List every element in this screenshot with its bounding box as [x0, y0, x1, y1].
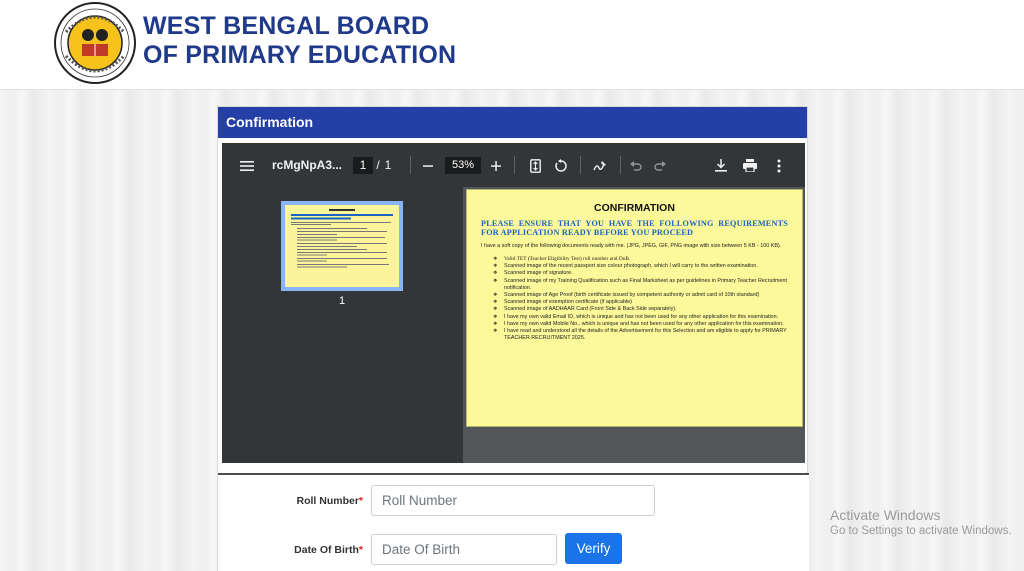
print-icon[interactable] [740, 143, 760, 187]
roll-number-input[interactable] [371, 485, 655, 516]
page-number-input[interactable]: 1 [353, 157, 373, 174]
board-seal-logo [54, 2, 136, 84]
list-item: Scanned image of exemption certificate (… [493, 299, 788, 306]
list-item: Scanned image of AADHAAR Card (Front Sid… [493, 306, 788, 313]
required-marker: * [358, 544, 363, 556]
board-title-line2: OF PRIMARY EDUCATION [143, 41, 457, 69]
pdf-viewer: rcMgNpA3... 1 / 1 53% 1 CONFIRMATION PLE… [222, 143, 805, 463]
verify-button[interactable]: Verify [565, 533, 622, 564]
roll-number-label-text: Roll Number [296, 495, 359, 507]
toolbar-divider [514, 156, 515, 174]
document-pane: CONFIRMATION PLEASE ENSURE THAT YOU HAVE… [463, 187, 805, 463]
dob-label-text: Date Of Birth [294, 544, 359, 556]
site-header: WEST BENGAL BOARD OF PRIMARY EDUCATION [0, 0, 1024, 90]
pdf-toolbar: rcMgNpA3... 1 / 1 53% [222, 143, 805, 187]
dob-input[interactable] [371, 534, 557, 565]
board-title-line1: WEST BENGAL BOARD [143, 12, 430, 40]
toolbar-divider [410, 156, 411, 174]
toolbar-divider [620, 156, 621, 174]
thumbnail-page-number: 1 [338, 295, 346, 307]
board-title: WEST BENGAL BOARD OF PRIMARY EDUCATION [143, 12, 456, 70]
watermark-line2: Go to Settings to activate Windows. [830, 525, 1012, 537]
document-intro: I have a soft copy of the following docu… [481, 243, 782, 249]
redo-icon[interactable] [652, 143, 668, 187]
card-title: Confirmation [218, 107, 807, 138]
windows-activation-watermark: Activate Windows Go to Settings to activ… [830, 507, 1012, 537]
list-item: Valid TET (Teacher Eligibility Test) rol… [493, 256, 788, 263]
list-item: Scanned image of signature. [493, 270, 788, 277]
confirmation-card: Confirmation rcMgNpA3... 1 / 1 53% 1 CON… [217, 106, 809, 571]
undo-icon[interactable] [628, 143, 644, 187]
watermark-line1: Activate Windows [830, 507, 941, 523]
document-title: CONFIRMATION [594, 202, 675, 214]
thumbnail-preview [291, 209, 393, 268]
list-item: I have read and understood all the detai… [493, 328, 788, 342]
fit-page-icon[interactable] [527, 143, 543, 187]
list-item: Scanned image of Age Proof (birth certif… [493, 292, 788, 299]
roll-number-label: Roll Number* [223, 495, 363, 507]
list-item: Scanned image of my Training Qualificati… [493, 278, 788, 292]
page-total: 1 [384, 158, 392, 172]
pdf-file-name: rcMgNpA3... [272, 158, 343, 172]
toolbar-divider [580, 156, 581, 174]
zoom-level[interactable]: 53% [445, 157, 481, 174]
verification-form: Roll Number* Date Of Birth* Verify [218, 473, 809, 571]
annotate-icon[interactable] [591, 143, 609, 187]
page-thumbnail[interactable] [281, 201, 403, 291]
download-icon[interactable] [712, 143, 730, 187]
rotate-icon[interactable] [552, 143, 570, 187]
requirements-list: Valid TET (Teacher Eligibility Test) rol… [493, 256, 788, 342]
list-item: I have my own valid Email ID, which is u… [493, 314, 788, 321]
document-page: CONFIRMATION PLEASE ENSURE THAT YOU HAVE… [466, 189, 803, 427]
more-options-icon[interactable] [771, 143, 787, 187]
zoom-out-icon[interactable] [420, 143, 436, 187]
dob-label: Date Of Birth* [223, 544, 363, 556]
menu-icon[interactable] [236, 143, 258, 187]
page-separator: / [376, 158, 380, 172]
list-item: I have my own valid Mobile No., which is… [493, 321, 788, 328]
zoom-in-icon[interactable] [488, 143, 504, 187]
document-heading: PLEASE ENSURE THAT YOU HAVE THE FOLLOWIN… [481, 219, 788, 237]
required-marker: * [358, 495, 363, 507]
thumbnail-sidebar: 1 [222, 187, 463, 463]
list-item: Scanned image of the recent passport siz… [493, 263, 788, 270]
